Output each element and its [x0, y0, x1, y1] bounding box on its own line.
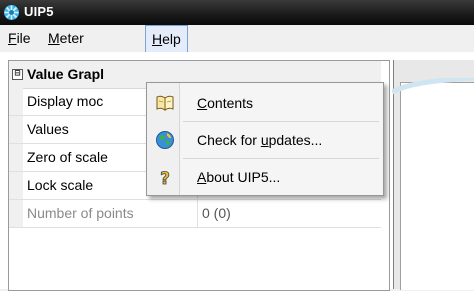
- row-gutter: [9, 172, 23, 199]
- property-group-label: Value Grapl: [27, 66, 105, 82]
- label-mnemonic: A: [197, 169, 207, 185]
- window-title: UIP5: [24, 4, 54, 19]
- menu-file-mnemonic: F: [8, 30, 17, 46]
- menu-item-label: Check for updates...: [197, 123, 322, 157]
- property-name: Number of points: [23, 200, 198, 227]
- svg-text:?: ?: [160, 169, 170, 187]
- book-icon: [156, 95, 174, 111]
- help-question-icon: ?: [160, 169, 171, 187]
- menu-meter-rest: eter: [59, 30, 84, 46]
- menu-item-check-for-updates[interactable]: Check for updates...: [149, 123, 381, 157]
- menu-separator: [183, 121, 379, 122]
- menu-meter-mnemonic: M: [48, 30, 60, 46]
- label-post: ontents: [207, 95, 254, 111]
- label-mnemonic: u: [260, 132, 269, 148]
- property-value[interactable]: 0 (0): [199, 200, 231, 227]
- menu-file-rest: ile: [16, 30, 31, 46]
- label-mnemonic: C: [197, 95, 208, 111]
- menu-help-rest: elp: [162, 31, 181, 47]
- label-post: bout UIP5...: [206, 169, 281, 185]
- menu-help[interactable]: Help: [145, 25, 188, 53]
- menu-meter[interactable]: Meter: [42, 25, 90, 51]
- label-post: pdates...: [268, 132, 323, 148]
- menu-file[interactable]: File: [2, 25, 37, 51]
- row-gutter: [9, 144, 23, 171]
- globe-update-icon: [156, 131, 174, 149]
- menu-item-label: Contents: [197, 86, 253, 120]
- menu-item-about[interactable]: ? About UIP5...: [149, 160, 381, 194]
- property-row-number-of-points[interactable]: Number of points 0 (0): [9, 200, 381, 228]
- help-menu-dropdown: Contents Check for updates... ? About UI…: [146, 82, 384, 196]
- row-gutter: [9, 88, 23, 115]
- menu-help-mnemonic: H: [152, 31, 163, 47]
- label-pre: Check for: [197, 132, 261, 148]
- title-bar: UIP5: [0, 0, 474, 25]
- row-gutter: [9, 116, 23, 143]
- graph-trace: [392, 78, 474, 95]
- menu-item-contents[interactable]: Contents: [149, 86, 381, 120]
- graph-canvas[interactable]: [400, 82, 474, 290]
- snowflake-gear-icon[interactable]: [3, 4, 20, 21]
- menu-separator: [183, 158, 379, 159]
- menu-item-label: About UIP5...: [197, 160, 280, 194]
- row-gutter: [9, 200, 23, 227]
- collapse-icon[interactable]: ⊟: [12, 69, 23, 80]
